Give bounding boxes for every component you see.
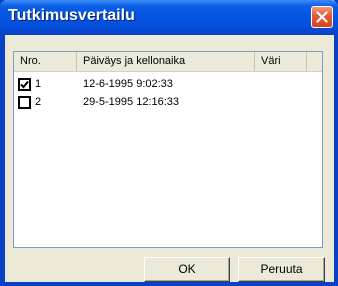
close-button[interactable] (311, 6, 333, 28)
close-x-icon (316, 11, 328, 23)
column-header-empty (307, 52, 322, 71)
row-number: 1 (35, 78, 42, 90)
row-datetime: 12-6-1995 9:02:33 (83, 78, 173, 90)
column-header-datetime[interactable]: Päiväys ja kellonaika (77, 52, 255, 71)
cancel-button[interactable]: Peruuta (238, 257, 325, 282)
comparison-list[interactable]: Nro. Päiväys ja kellonaika Väri 1 12-6-1… (13, 51, 323, 248)
row-number: 2 (35, 96, 42, 108)
row-checkbox[interactable] (18, 78, 31, 91)
row-checkbox[interactable] (18, 96, 31, 109)
row-datetime: 29-5-1995 12:16:33 (83, 96, 180, 108)
title-bar[interactable]: Tutkimusvertailu (0, 0, 338, 35)
window-title: Tutkimusvertailu (8, 7, 135, 24)
column-header-color[interactable]: Väri (255, 52, 307, 71)
list-header: Nro. Päiväys ja kellonaika Väri (14, 52, 322, 72)
checkmark-icon (20, 80, 29, 89)
list-row[interactable]: 1 12-6-1995 9:02:33 (14, 76, 322, 93)
list-row[interactable]: 2 29-5-1995 12:16:33 (14, 94, 322, 111)
column-header-nro[interactable]: Nro. (14, 52, 77, 71)
dialog-window: Tutkimusvertailu Nro. Päiväys ja kellona… (0, 0, 338, 286)
ok-button[interactable]: OK (144, 257, 230, 282)
